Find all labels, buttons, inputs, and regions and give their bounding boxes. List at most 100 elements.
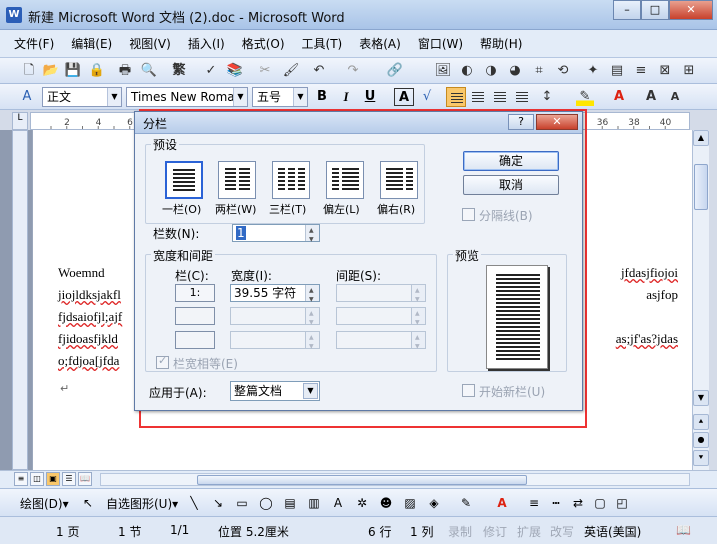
- highlight-icon[interactable]: ✎: [576, 88, 594, 106]
- arrow-style-icon[interactable]: ⇄: [570, 495, 586, 511]
- equal-width-checkbox[interactable]: [156, 354, 169, 369]
- chevron-down-icon[interactable]: ▼: [107, 88, 121, 106]
- separator-checkbox[interactable]: [462, 208, 475, 221]
- cancel-button[interactable]: 取消: [463, 175, 559, 195]
- font-select[interactable]: Times New Roman ▼: [126, 87, 248, 107]
- format-painter-icon[interactable]: 🖌: [282, 62, 300, 80]
- num-columns-input[interactable]: 1: [232, 223, 320, 248]
- align-left-button[interactable]: [446, 87, 466, 107]
- rotate-icon[interactable]: ⟲: [554, 62, 572, 80]
- line-color-icon[interactable]: ✎: [458, 495, 474, 511]
- traditional-chinese-icon[interactable]: 繁: [170, 62, 188, 80]
- clipart-icon[interactable]: ☻: [378, 495, 394, 511]
- menu-format[interactable]: 格式(O): [242, 35, 285, 52]
- dialog-help-button[interactable]: ?: [508, 114, 534, 130]
- justify-button[interactable]: [512, 87, 532, 107]
- text-wrap-icon[interactable]: ▤: [608, 62, 626, 80]
- column-1-width-input[interactable]: 39.55 字符: [230, 283, 320, 308]
- line-tool-icon[interactable]: ╲: [186, 495, 202, 511]
- normal-view-button[interactable]: ≡: [14, 472, 28, 486]
- preset-one-column[interactable]: [165, 161, 203, 199]
- permission-icon[interactable]: 🔒: [88, 62, 106, 80]
- vertical-scrollbar[interactable]: ▲ ▼ ⯅ ● ⯆: [692, 130, 709, 470]
- italic-button[interactable]: I: [336, 88, 356, 106]
- menu-view[interactable]: 视图(V): [129, 35, 171, 52]
- close-window-button[interactable]: ✕: [669, 0, 713, 20]
- select-objects-icon[interactable]: ↖: [80, 495, 96, 511]
- dialog-title-bar[interactable]: 分栏 ? ✕: [135, 112, 582, 134]
- shadow-icon[interactable]: ▢: [592, 495, 608, 511]
- apply-to-select[interactable]: 整篇文档 ▼: [230, 381, 320, 401]
- spelling-status-icon[interactable]: 📖: [676, 523, 691, 537]
- select-browse-object-button[interactable]: ●: [693, 432, 709, 448]
- menu-file[interactable]: 文件(F): [14, 35, 54, 52]
- print-layout-view-button[interactable]: ▣: [46, 472, 60, 486]
- char-border-button[interactable]: A: [394, 88, 414, 106]
- style-select[interactable]: 正文 ▼: [42, 87, 122, 107]
- column-1-spacing-input[interactable]: [336, 283, 426, 308]
- web-view-button[interactable]: ◫: [30, 472, 44, 486]
- styles-pane-icon[interactable]: A: [18, 88, 36, 106]
- ok-button[interactable]: 确定: [463, 151, 559, 171]
- chevron-down-icon[interactable]: ▼: [303, 383, 318, 399]
- text-box-icon[interactable]: ▤: [282, 495, 298, 511]
- draw-menu-button[interactable]: 绘图(D)▾: [20, 495, 69, 512]
- 3d-icon[interactable]: ◰: [614, 495, 630, 511]
- num-columns-spinner[interactable]: [305, 223, 319, 248]
- insert-picture-icon[interactable]: 🖼: [434, 62, 452, 80]
- word-app-icon[interactable]: W: [6, 7, 22, 23]
- scroll-down-button[interactable]: ▼: [693, 390, 709, 406]
- rectangle-tool-icon[interactable]: ▭: [234, 495, 250, 511]
- cut-icon[interactable]: ✂: [256, 62, 274, 80]
- menu-insert[interactable]: 插入(I): [188, 35, 225, 52]
- status-record[interactable]: 录制: [448, 523, 472, 540]
- column-1-spacing-spinner[interactable]: [411, 283, 425, 308]
- chevron-down-icon[interactable]: ▼: [293, 88, 307, 106]
- spelling-icon[interactable]: ✓: [202, 62, 220, 80]
- compress-icon[interactable]: ✦: [584, 62, 602, 80]
- wordart-icon[interactable]: A: [330, 495, 346, 511]
- column-1-width-spinner[interactable]: [305, 283, 319, 308]
- preset-three-columns[interactable]: [272, 161, 310, 199]
- grow-font-icon[interactable]: A: [642, 88, 660, 106]
- menu-tools[interactable]: 工具(T): [302, 35, 343, 52]
- preset-two-columns[interactable]: [218, 161, 256, 199]
- column-3-spacing-input[interactable]: [336, 330, 426, 355]
- scroll-up-button[interactable]: ▲: [693, 130, 709, 146]
- open-folder-icon[interactable]: 📂: [42, 62, 60, 80]
- line-spacing-icon[interactable]: ↕: [538, 88, 556, 106]
- horizontal-scroll-thumb[interactable]: [197, 475, 527, 485]
- autoshapes-menu-button[interactable]: 自选图形(U)▾: [106, 495, 178, 512]
- line-weight-icon[interactable]: ≡: [526, 495, 542, 511]
- column-2-spacing-spinner[interactable]: [411, 306, 425, 331]
- format-picture-icon[interactable]: ⊠: [656, 62, 674, 80]
- menu-window[interactable]: 窗口(W): [418, 35, 463, 52]
- print-icon[interactable]: 🖶: [116, 62, 134, 80]
- status-overtype[interactable]: 改写: [550, 523, 574, 540]
- preset-right[interactable]: [380, 161, 418, 199]
- horizontal-scroll-track[interactable]: [100, 473, 690, 486]
- font-size-select[interactable]: 五号 ▼: [252, 87, 308, 107]
- menu-help[interactable]: 帮助(H): [480, 35, 522, 52]
- column-2-width-spinner[interactable]: [305, 306, 319, 331]
- dash-style-icon[interactable]: ┅: [548, 495, 564, 511]
- align-right-button[interactable]: [490, 87, 510, 107]
- next-page-button[interactable]: ⯆: [693, 450, 709, 466]
- dialog-close-button[interactable]: ✕: [536, 114, 578, 130]
- shrink-font-icon[interactable]: A: [666, 88, 684, 106]
- contrast-icon[interactable]: ◑: [482, 62, 500, 80]
- scroll-thumb[interactable]: [694, 164, 708, 210]
- picture-icon[interactable]: ▨: [402, 495, 418, 511]
- underline-button[interactable]: U: [360, 88, 380, 106]
- minimize-button[interactable]: –: [613, 0, 641, 20]
- save-icon[interactable]: 💾: [64, 62, 82, 80]
- align-center-button[interactable]: [468, 87, 488, 107]
- previous-page-button[interactable]: ⯅: [693, 414, 709, 430]
- column-3-spacing-spinner[interactable]: [411, 330, 425, 355]
- redo-icon[interactable]: ↷: [344, 62, 362, 80]
- tab-selector[interactable]: L: [12, 112, 28, 130]
- hyperlink-icon[interactable]: 🔗: [386, 62, 404, 80]
- new-document-icon[interactable]: 🗋: [20, 62, 38, 80]
- outline-view-button[interactable]: ☰: [62, 472, 76, 486]
- diagram-icon[interactable]: ✲: [354, 495, 370, 511]
